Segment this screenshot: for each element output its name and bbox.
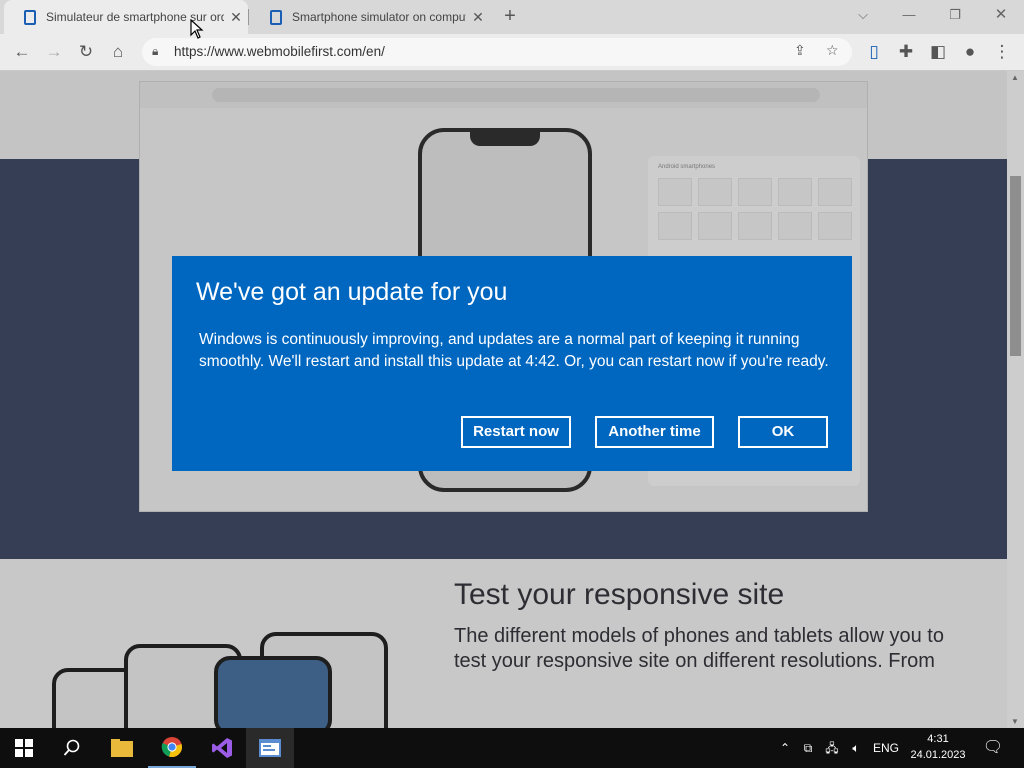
- side-panel-icon[interactable]: ◧: [924, 38, 952, 66]
- start-button[interactable]: [0, 728, 48, 768]
- minimize-button[interactable]: —: [886, 0, 932, 30]
- reload-icon[interactable]: ↻: [72, 38, 100, 66]
- windows-taskbar: ⌃ ⧉ 🖧︎ 🔈︎ ENG 4:31 24.01.2023 🗨︎: [0, 728, 1024, 768]
- phone-illustration: [214, 656, 332, 736]
- clock-date: 24.01.2023: [910, 749, 966, 761]
- file-explorer-button[interactable]: [98, 728, 146, 768]
- new-tab-button[interactable]: +: [498, 5, 522, 29]
- tab-simulateur[interactable]: Simulateur de smartphone sur ordinateur …: [4, 0, 248, 34]
- windows-update-dialog: We've got an update for you Windows is c…: [172, 256, 852, 471]
- device-cell: [658, 212, 692, 240]
- mock-address-bar: [212, 88, 820, 102]
- search-icon: [63, 739, 80, 756]
- visual-studio-icon: [212, 738, 232, 758]
- menu-kebab-icon[interactable]: ⋮: [988, 38, 1016, 66]
- device-cell: [818, 178, 852, 206]
- scroll-up-arrow-icon[interactable]: ▲: [1011, 73, 1019, 82]
- ok-button[interactable]: OK: [738, 416, 828, 448]
- tab-search-chevron-icon[interactable]: ⌵: [840, 0, 886, 30]
- url-text[interactable]: https://www.webmobilefirst.com/en/: [174, 44, 385, 59]
- device-cell: [818, 212, 852, 240]
- mock-toolbar: [140, 82, 867, 108]
- visual-studio-button[interactable]: [198, 728, 246, 768]
- taskbar-clock[interactable]: 4:31 24.01.2023: [906, 731, 970, 763]
- chrome-button[interactable]: [148, 728, 196, 768]
- close-tab-icon[interactable]: ✕: [224, 9, 248, 26]
- profile-avatar-icon[interactable]: ●: [956, 38, 984, 66]
- mouse-cursor-icon: [190, 19, 204, 39]
- tab-separator: [248, 9, 249, 25]
- folder-icon: [111, 739, 133, 757]
- extensions-puzzle-icon[interactable]: ✚: [892, 38, 920, 66]
- webmobilefirst-favicon-icon: [270, 9, 282, 25]
- dialog-message: Windows is continuously improving, and u…: [199, 331, 829, 370]
- browser-toolbar: ← → ↻ ⌂ 🔒︎ https://www.webmobilefirst.co…: [0, 34, 1024, 71]
- bookmark-star-icon[interactable]: ☆: [826, 42, 839, 59]
- chrome-icon: [161, 737, 182, 757]
- scrollbar-thumb[interactable]: [1010, 176, 1021, 356]
- restore-button[interactable]: ❐: [932, 0, 978, 30]
- forward-icon[interactable]: →: [40, 38, 68, 66]
- tab-smartphone-simulator[interactable]: Smartphone simulator on computer ✕: [250, 0, 490, 34]
- extension-webmobilefirst-icon[interactable]: ▯: [860, 38, 888, 66]
- home-icon[interactable]: ⌂: [104, 38, 132, 66]
- action-center-icon[interactable]: 🗨︎: [978, 728, 1008, 768]
- device-cell: [738, 212, 772, 240]
- page-scrollbar[interactable]: ▲ ▼: [1007, 71, 1024, 728]
- device-cell: [698, 178, 732, 206]
- notification-app-icon[interactable]: ⧉: [798, 728, 818, 768]
- close-window-button[interactable]: ✕: [978, 0, 1024, 30]
- device-cell: [698, 212, 732, 240]
- language-indicator[interactable]: ENG: [870, 728, 902, 768]
- tab-title: Smartphone simulator on computer: [292, 10, 466, 24]
- app-window-button[interactable]: [246, 728, 294, 768]
- device-cell: [658, 178, 692, 206]
- device-cell: [738, 178, 772, 206]
- volume-icon[interactable]: 🔈︎: [846, 728, 866, 768]
- clock-time: 4:31: [927, 733, 949, 745]
- search-button[interactable]: [48, 728, 96, 768]
- windows-logo-icon: [15, 739, 33, 757]
- section-text: The different models of phones and table…: [454, 625, 944, 672]
- device-cell: [778, 212, 812, 240]
- device-cell: [778, 178, 812, 206]
- address-bar[interactable]: 🔒︎ https://www.webmobilefirst.com/en/ ⇪ …: [142, 38, 852, 66]
- network-icon[interactable]: 🖧︎: [822, 728, 842, 768]
- mock-card-title: Android smartphones: [658, 164, 716, 170]
- lock-icon[interactable]: 🔒︎: [152, 44, 158, 59]
- close-tab-icon[interactable]: ✕: [466, 9, 490, 26]
- share-icon[interactable]: ⇪: [794, 42, 806, 59]
- show-hidden-icons-chevron-icon[interactable]: ⌃: [776, 728, 794, 768]
- back-icon[interactable]: ←: [8, 38, 36, 66]
- restart-now-button[interactable]: Restart now: [461, 416, 571, 448]
- scroll-down-arrow-icon[interactable]: ▼: [1011, 717, 1019, 726]
- tab-strip: Simulateur de smartphone sur ordinateur …: [0, 0, 1024, 34]
- phone-notch: [470, 130, 540, 146]
- webmobilefirst-favicon-icon: [24, 9, 36, 25]
- app-window-icon: [259, 739, 281, 757]
- dialog-title: We've got an update for you: [196, 278, 508, 306]
- another-time-button[interactable]: Another time: [595, 416, 714, 448]
- section-heading: Test your responsive site: [454, 578, 785, 611]
